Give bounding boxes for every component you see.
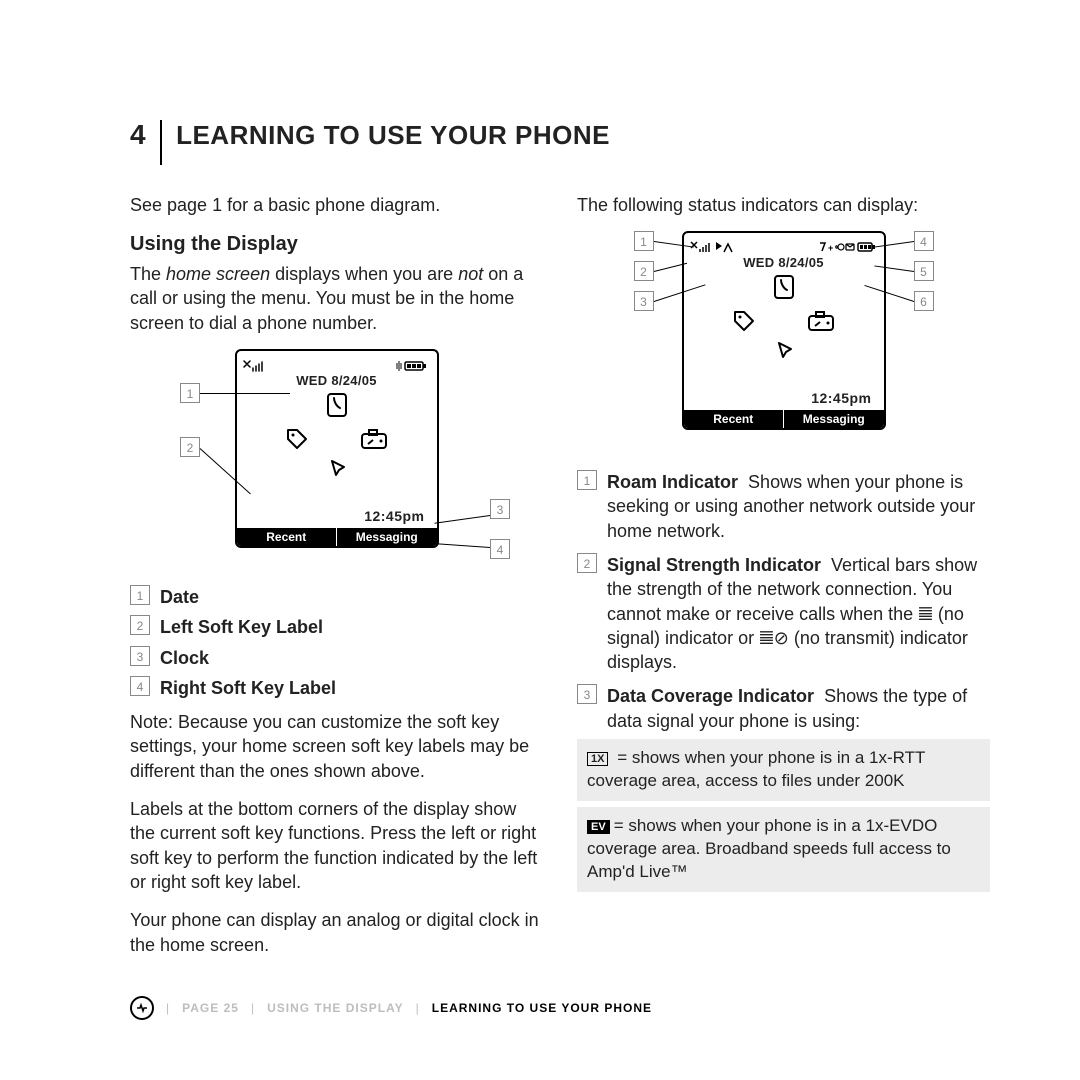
callout-r-2: 2 — [634, 261, 654, 281]
status-indicator-defs: 1 Roam Indicator Shows when your phone i… — [577, 470, 990, 733]
camera-icon — [359, 426, 389, 452]
phone-home-icons — [237, 390, 437, 493]
soft-key-right-right: Messaging — [784, 410, 884, 428]
legend-label-date: Date — [160, 585, 199, 609]
coverage-box-ev: EV= shows when your phone is in a 1x-EVD… — [577, 807, 990, 892]
def-term-roam: Roam Indicator — [607, 472, 738, 492]
right-column: The following status indicators can disp… — [577, 193, 990, 971]
callout-box-4: 4 — [490, 539, 510, 559]
def-num-1: 1 — [577, 470, 597, 490]
term-home-screen: home screen — [166, 264, 270, 284]
phone-icon — [324, 392, 350, 418]
para-softkey-functions: Labels at the bottom corners of the disp… — [130, 797, 543, 894]
def-row-roam: 1 Roam Indicator Shows when your phone i… — [577, 470, 990, 543]
def-desc-signal: Signal Strength Indicator Vertical bars … — [607, 553, 990, 674]
def-row-signal: 2 Signal Strength Indicator Vertical bar… — [577, 553, 990, 674]
legend-num-4: 4 — [130, 676, 150, 696]
soft-key-left: Recent — [237, 528, 338, 546]
data-vm-battery-icon: + — [818, 236, 878, 260]
legend-num-3: 3 — [130, 646, 150, 666]
phone-diagram-left: WED 8/24/05 12:45pm — [235, 349, 439, 548]
phone-statusbar — [237, 351, 437, 370]
tag-icon — [284, 426, 310, 452]
footer-page-number: PAGE 25 — [182, 1000, 239, 1016]
chip-1x-icon: 1X — [587, 752, 608, 766]
callout-r-5: 5 — [914, 261, 934, 281]
intro-a: The — [130, 264, 166, 284]
chip-ev-icon: EV — [587, 820, 610, 834]
def-row-data: 3 Data Coverage Indicator Shows the type… — [577, 684, 990, 733]
pointer-icon — [324, 458, 350, 484]
callout-box-1: 1 — [180, 383, 200, 403]
pointer-icon — [771, 340, 797, 366]
legend-label-clock: Clock — [160, 646, 209, 670]
term-not: not — [458, 264, 483, 284]
list-item: 4 Right Soft Key Label — [130, 676, 543, 700]
coverage-text-ev: = shows when your phone is in a 1x-EVDO … — [587, 816, 951, 881]
chapter-heading: 4 LEARNING TO USE YOUR PHONE — [130, 120, 990, 165]
phone-statusbar-right: + — [684, 233, 884, 252]
footer-crumb-2: LEARNING TO USE YOUR PHONE — [432, 1000, 652, 1016]
def-desc-data: Data Coverage Indicator Shows the type o… — [607, 684, 990, 733]
legend-label-left-softkey: Left Soft Key Label — [160, 615, 323, 639]
note-softkey-custom: Note: Because you can customize the soft… — [130, 710, 543, 783]
home-screen-intro: The home screen displays when you are no… — [130, 262, 543, 335]
page-footer: | PAGE 25 | USING THE DISPLAY | LEARNING… — [130, 996, 652, 1020]
callout-r-6: 6 — [914, 291, 934, 311]
coverage-text-1x: = shows when your phone is in a 1x-RTT c… — [587, 748, 925, 790]
see-page-ref: See page 1 for a basic phone diagram. — [130, 193, 543, 217]
phone-icon — [771, 274, 797, 300]
tag-icon — [731, 308, 757, 334]
footer-crumb-1: USING THE DISPLAY — [267, 1000, 404, 1016]
callout-box-3: 3 — [490, 499, 510, 519]
callout-r-4: 4 — [914, 231, 934, 251]
phone-diagram-right: + WED 8/24/05 — [682, 231, 886, 430]
battery-vibrate-icon — [395, 354, 431, 378]
list-item: 2 Left Soft Key Label — [130, 615, 543, 639]
soft-key-left-right: Recent — [684, 410, 785, 428]
roam-signal-icon — [690, 236, 736, 260]
section-heading-using-display: Using the Display — [130, 231, 543, 258]
legend-num-2: 2 — [130, 615, 150, 635]
intro-b: displays when you are — [270, 264, 458, 284]
footer-logo-icon — [130, 996, 154, 1020]
callout-box-2: 2 — [180, 437, 200, 457]
signal-icon — [243, 354, 265, 378]
status-intro: The following status indicators can disp… — [577, 193, 990, 217]
def-term-signal: Signal Strength Indicator — [607, 555, 821, 575]
phone-home-icons-right — [684, 272, 884, 375]
def-num-3: 3 — [577, 684, 597, 704]
def-term-data: Data Coverage Indicator — [607, 686, 814, 706]
coverage-box-1x: 1X = shows when your phone is in a 1x-RT… — [577, 739, 990, 801]
legend-label-right-softkey: Right Soft Key Label — [160, 676, 336, 700]
left-column: See page 1 for a basic phone diagram. Us… — [130, 193, 543, 971]
legend-num-1: 1 — [130, 585, 150, 605]
callout-r-1: 1 — [634, 231, 654, 251]
chapter-number: 4 — [130, 120, 162, 165]
def-desc-roam: Roam Indicator Shows when your phone is … — [607, 470, 990, 543]
camera-icon — [806, 308, 836, 334]
phone-time: 12:45pm — [356, 507, 432, 526]
para-clock-option: Your phone can display an analog or digi… — [130, 908, 543, 957]
def-num-2: 2 — [577, 553, 597, 573]
list-item: 3 Clock — [130, 646, 543, 670]
callout-r-3: 3 — [634, 291, 654, 311]
phone-time-right: 12:45pm — [803, 389, 879, 408]
list-item: 1 Date — [130, 585, 543, 609]
chapter-title: LEARNING TO USE YOUR PHONE — [176, 120, 610, 150]
callout-legend: 1 Date 2 Left Soft Key Label 3 Clock 4 R… — [130, 585, 543, 700]
svg-text:+: + — [828, 243, 833, 253]
